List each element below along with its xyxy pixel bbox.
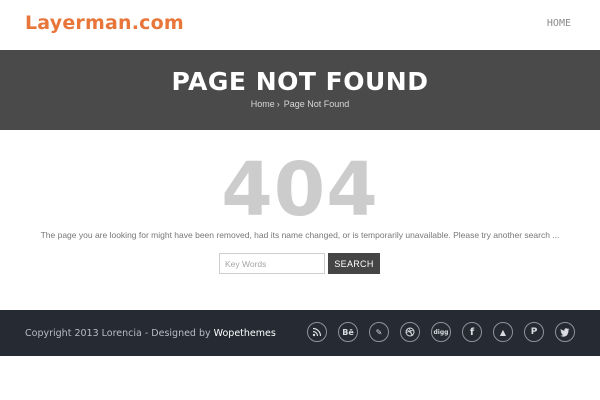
forrst-icon[interactable]: ▲ bbox=[493, 322, 513, 342]
behance-icon[interactable]: Bē bbox=[338, 322, 358, 342]
search-button[interactable]: SEARCH bbox=[328, 253, 380, 274]
breadcrumb-separator: › bbox=[276, 99, 280, 109]
deviantart-icon[interactable]: ✎ bbox=[369, 322, 389, 342]
error-code: 404 bbox=[221, 147, 379, 233]
facebook-icon[interactable]: f bbox=[462, 322, 482, 342]
search-input[interactable] bbox=[219, 253, 325, 274]
breadcrumb: Home › Page Not Found bbox=[0, 99, 600, 109]
breadcrumb-current: Page Not Found bbox=[283, 99, 350, 109]
digg-icon[interactable]: digg bbox=[431, 322, 451, 342]
designer-link[interactable]: Wopethemes bbox=[214, 328, 276, 339]
copyright-text: Copyright 2013 Lorencia - Designed by Wo… bbox=[25, 328, 276, 339]
twitter-icon[interactable] bbox=[555, 322, 575, 342]
nav-home-link[interactable]: HOME bbox=[547, 18, 571, 29]
error-content: 404 The page you are looking for might h… bbox=[0, 130, 600, 310]
site-logo[interactable]: Layerman.com bbox=[25, 12, 184, 34]
page-bottom-space bbox=[0, 356, 600, 400]
copyright-prefix: Copyright 2013 Lorencia - Designed by bbox=[25, 328, 214, 339]
pinterest-icon[interactable]: P bbox=[524, 322, 544, 342]
breadcrumb-home-link[interactable]: Home bbox=[251, 99, 275, 109]
page-title-banner: PAGE NOT FOUND Home › Page Not Found bbox=[0, 50, 600, 130]
error-message: The page you are looking for might have … bbox=[40, 230, 560, 240]
top-header: Layerman.com HOME bbox=[0, 0, 600, 50]
rss-icon[interactable] bbox=[307, 322, 327, 342]
page-title: PAGE NOT FOUND bbox=[171, 67, 429, 96]
footer: Copyright 2013 Lorencia - Designed by Wo… bbox=[0, 310, 600, 356]
dribbble-icon[interactable] bbox=[400, 322, 420, 342]
